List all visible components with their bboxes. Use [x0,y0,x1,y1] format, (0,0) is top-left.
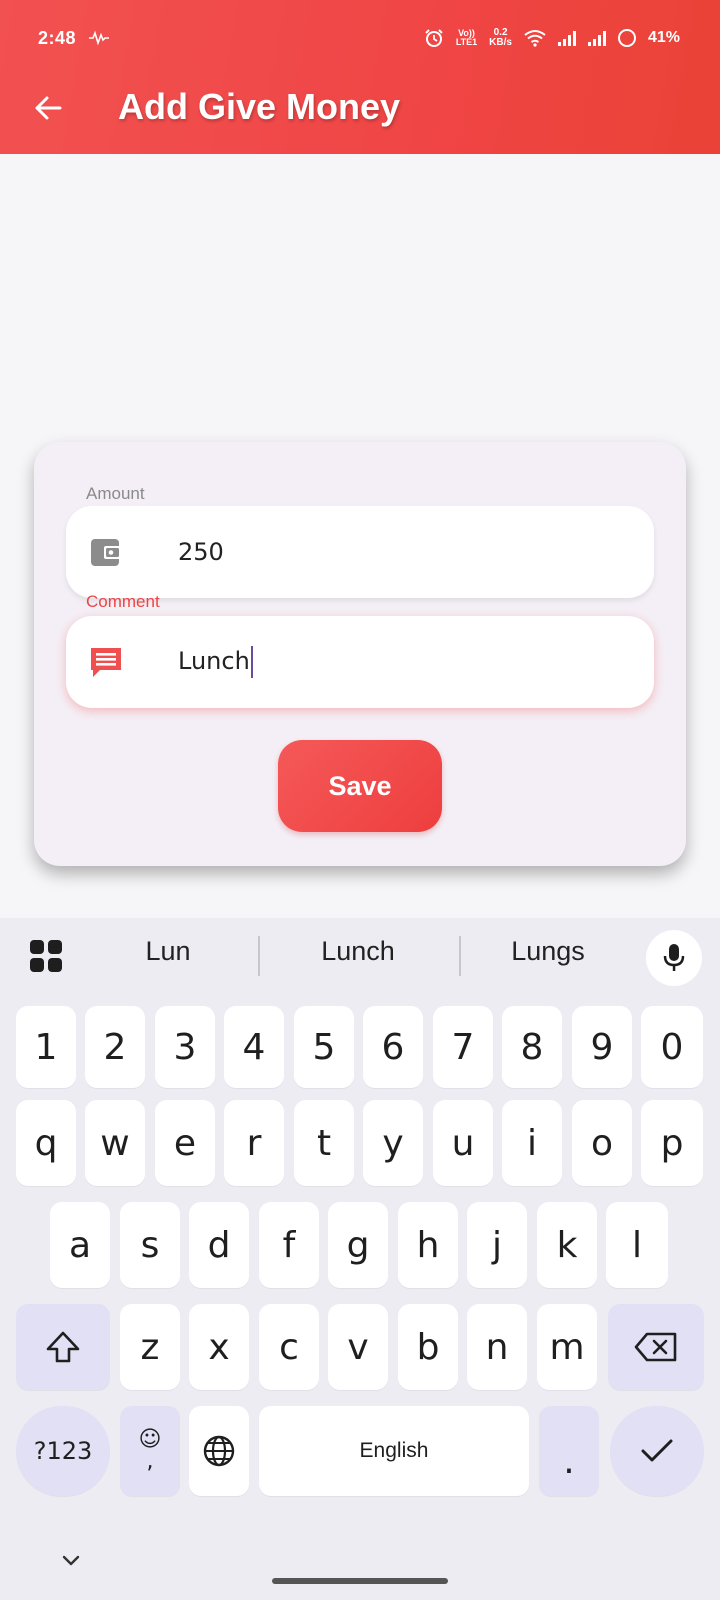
comment-value: Lunch [178,646,254,678]
status-icons: Vo)) LTE1 0.2 KB/s 41% [424,28,680,48]
globe-icon [203,1435,235,1467]
signal-icon-1 [557,30,576,46]
comment-field[interactable]: Lunch [66,616,654,708]
symbols-key[interactable]: ?123 [16,1406,110,1496]
key-r[interactable]: r [224,1100,284,1186]
key-x[interactable]: x [189,1304,249,1390]
key-g[interactable]: g [328,1202,388,1288]
comment-icon [91,648,121,677]
key-z[interactable]: z [120,1304,180,1390]
volte-lte-icon: Vo)) LTE1 [455,28,478,47]
key-3[interactable]: 3 [155,1006,215,1088]
key-m[interactable]: m [537,1304,597,1390]
emoji-icon: ☺ [138,1427,162,1452]
key-f[interactable]: f [259,1202,319,1288]
key-q[interactable]: q [16,1100,76,1186]
backspace-key[interactable] [608,1304,704,1390]
battery-percent: 41% [647,29,680,46]
comma-label: , [146,1449,154,1474]
key-j[interactable]: j [467,1202,527,1288]
language-key[interactable] [189,1406,249,1496]
key-s[interactable]: s [120,1202,180,1288]
chevron-down-icon[interactable] [60,1550,82,1572]
key-b[interactable]: b [398,1304,458,1390]
key-2[interactable]: 2 [85,1006,145,1088]
key-9[interactable]: 9 [572,1006,632,1088]
home-gesture-bar[interactable] [272,1578,448,1584]
key-p[interactable]: p [641,1100,703,1186]
status-bar: 2:48 Vo)) LTE1 0.2 KB/s 41% [0,0,720,82]
period-key[interactable]: . [539,1406,599,1496]
key-t[interactable]: t [294,1100,354,1186]
network-speed: 0.2 KB/s [489,27,512,48]
suggestion-3[interactable]: Lungs [458,936,638,967]
apps-grid-icon[interactable] [30,940,62,972]
key-7[interactable]: 7 [433,1006,493,1088]
comment-label: Comment [86,592,160,611]
key-v[interactable]: v [328,1304,388,1390]
amount-field[interactable]: 250 [66,506,654,598]
key-1[interactable]: 1 [16,1006,76,1088]
key-u[interactable]: u [433,1100,493,1186]
shift-icon [46,1331,80,1363]
key-a[interactable]: a [50,1202,110,1288]
suggestion-divider [258,936,260,976]
key-0[interactable]: 0 [641,1006,703,1088]
enter-key[interactable] [610,1406,704,1496]
save-button[interactable]: Save [278,740,442,832]
suggestion-2[interactable]: Lunch [268,936,448,967]
checkmark-icon [641,1439,673,1462]
microphone-icon [663,944,685,971]
key-h[interactable]: h [398,1202,458,1288]
suggestion-bar: Lun Lunch Lungs [0,918,720,994]
back-button[interactable] [28,88,68,128]
mic-button[interactable] [646,930,702,986]
key-5[interactable]: 5 [294,1006,354,1088]
key-e[interactable]: e [155,1100,215,1186]
key-o[interactable]: o [572,1100,632,1186]
shift-key[interactable] [16,1304,110,1390]
soft-keyboard: Lun Lunch Lungs 1 2 3 4 5 6 7 8 9 0 q w … [0,918,720,1600]
key-8[interactable]: 8 [502,1006,562,1088]
amount-value: 250 [178,538,224,566]
arrow-left-icon [35,96,62,120]
battery-icon [617,29,636,47]
key-d[interactable]: d [189,1202,249,1288]
app-bar: 2:48 Vo)) LTE1 0.2 KB/s 41% Add Give Mon… [0,0,720,154]
alarm-icon [425,29,443,47]
key-6[interactable]: 6 [363,1006,423,1088]
page-title: Add Give Money [118,86,401,127]
key-y[interactable]: y [363,1100,423,1186]
amount-label: Amount [86,484,145,503]
status-time: 2:48 [38,28,77,48]
emoji-comma-key[interactable]: ☺ , [120,1406,180,1496]
activity-icon [89,30,109,46]
space-key[interactable]: English [259,1406,529,1496]
signal-icon-2 [587,30,606,46]
form-card: Amount 250 Comment Lunch Save [34,442,686,866]
key-4[interactable]: 4 [224,1006,284,1088]
key-k[interactable]: k [537,1202,597,1288]
wallet-icon [91,539,121,566]
wifi-icon [524,30,546,47]
backspace-icon [634,1332,677,1362]
key-w[interactable]: w [85,1100,145,1186]
key-l[interactable]: l [606,1202,668,1288]
text-caret [250,646,254,678]
key-c[interactable]: c [259,1304,319,1390]
key-i[interactable]: i [502,1100,562,1186]
suggestion-1[interactable]: Lun [78,936,258,967]
key-n[interactable]: n [467,1304,527,1390]
